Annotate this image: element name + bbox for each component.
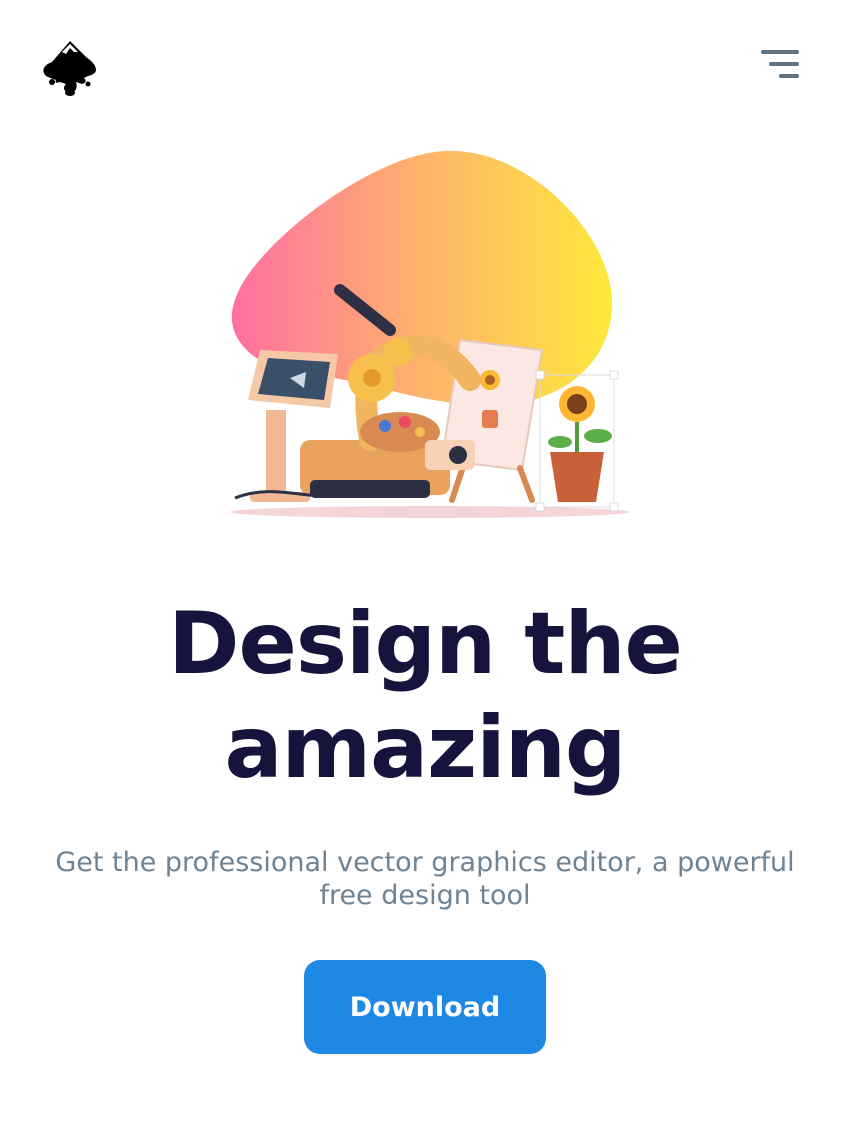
hero-subtitle: Get the professional vector graphics edi… <box>55 847 795 911</box>
robot-arm-drawing-illustration <box>230 150 630 518</box>
headline-line-2: amazing <box>224 698 627 798</box>
hero-illustration <box>220 140 640 530</box>
download-button[interactable]: Download <box>304 960 546 1054</box>
logo[interactable] <box>40 38 100 98</box>
inkscape-logo-icon <box>43 41 96 96</box>
headline-line-1: Design the <box>168 594 683 694</box>
menu-button[interactable] <box>756 48 802 84</box>
page-title: Design the amazing <box>0 592 850 800</box>
